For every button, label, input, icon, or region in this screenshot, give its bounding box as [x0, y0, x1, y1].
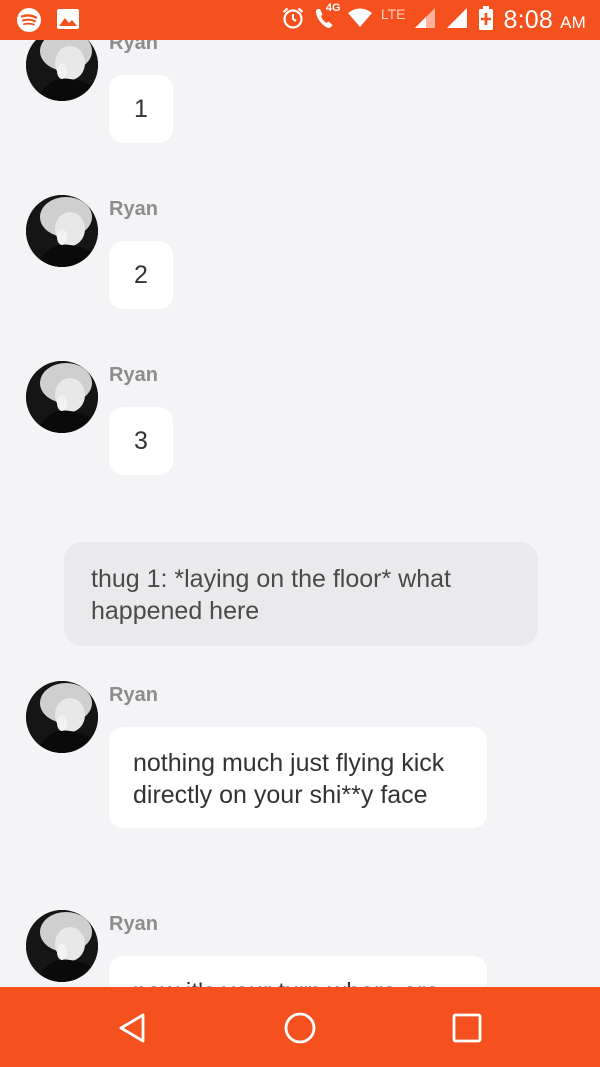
wifi-icon	[347, 6, 373, 35]
message-bubble[interactable]: now it's your turn where are	[109, 956, 487, 987]
signal-icon	[413, 6, 437, 35]
clock-ampm: AM	[560, 12, 586, 32]
volte-call-icon: 4G	[313, 1, 341, 36]
navigation-bar	[0, 987, 600, 1067]
spotify-icon	[16, 7, 42, 38]
lte-label: LTE	[380, 6, 406, 22]
sender-name: Ryan	[109, 198, 158, 220]
alarm-icon	[281, 6, 305, 35]
message-bubble[interactable]: nothing much just flying kick directly o…	[109, 727, 487, 828]
network-type-label: 4G	[325, 1, 341, 14]
signal-icon	[445, 6, 469, 35]
back-icon[interactable]	[116, 1011, 150, 1045]
avatar[interactable]	[26, 910, 98, 982]
battery-charging-icon	[477, 5, 495, 36]
narration-bubble[interactable]: thug 1: *laying on the floor* what happe…	[64, 542, 538, 646]
clock: 8:08 AM	[503, 6, 586, 35]
home-icon[interactable]	[283, 1011, 317, 1045]
avatar[interactable]	[26, 681, 98, 753]
clock-time: 8:08	[503, 5, 553, 34]
sender-name: Ryan	[109, 684, 158, 706]
sender-name: Ryan	[109, 913, 158, 935]
message-bubble[interactable]: 1	[109, 75, 173, 143]
gallery-icon	[56, 7, 80, 38]
message-bubble[interactable]: 2	[109, 241, 173, 309]
chat-thread[interactable]: Ryan 1 Ryan 2 Ryan 3 thug 1: *laying on …	[0, 0, 600, 987]
sender-name: Ryan	[109, 364, 158, 386]
avatar[interactable]	[26, 195, 98, 267]
recents-icon[interactable]	[450, 1011, 484, 1045]
avatar[interactable]	[26, 361, 98, 433]
status-bar: 4G LTE 8:08 AM	[0, 0, 600, 40]
message-bubble[interactable]: 3	[109, 407, 173, 475]
